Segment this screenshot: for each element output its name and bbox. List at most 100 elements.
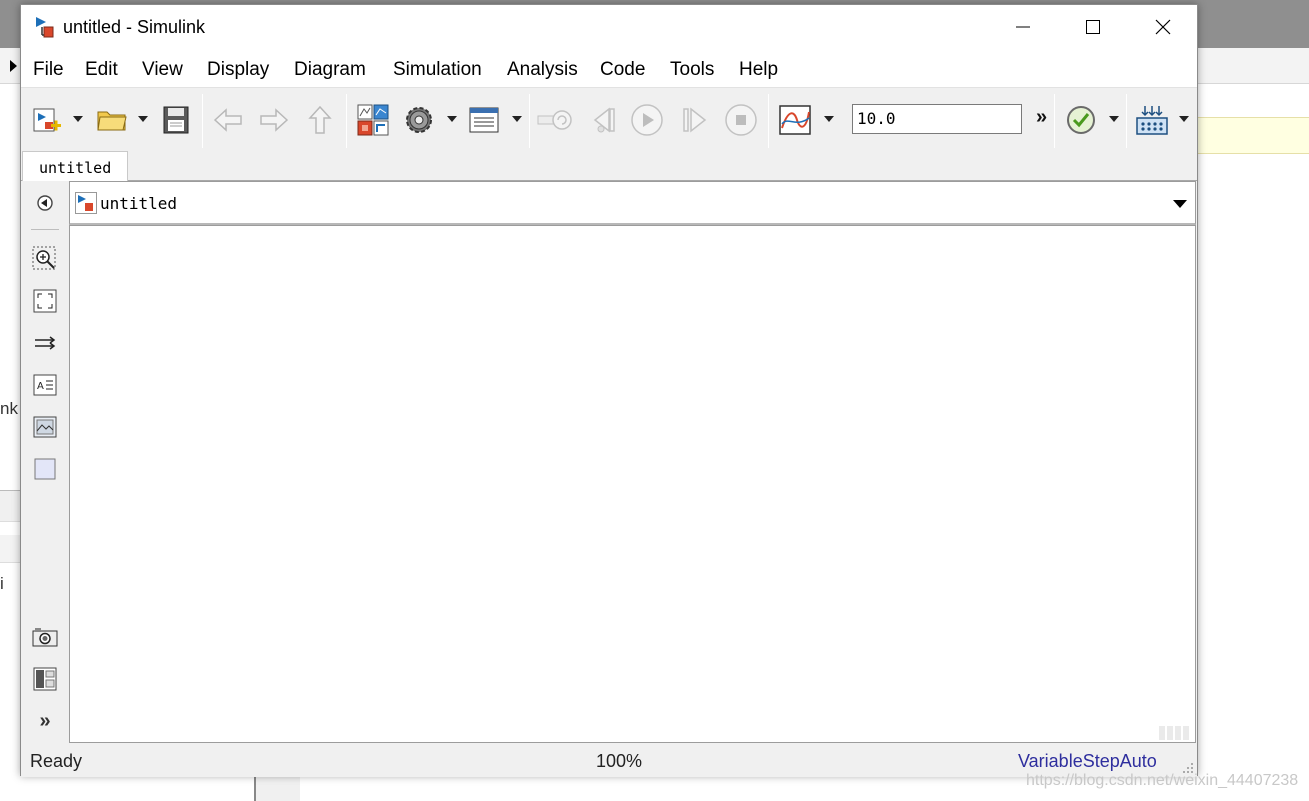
menu-help[interactable]: Help [739, 59, 778, 81]
save-button[interactable] [161, 102, 191, 138]
new-model-button[interactable] [31, 102, 63, 138]
zoom-button[interactable] [31, 245, 59, 273]
new-model-icon [33, 108, 61, 132]
library-browser-button[interactable] [355, 102, 391, 138]
model-explorer-icon [469, 107, 499, 133]
forward-icon [260, 108, 289, 132]
palette-sidebar: A » [21, 181, 69, 741]
address-bar[interactable]: untitled [69, 181, 1196, 225]
menu-analysis[interactable]: Analysis [507, 59, 578, 81]
background-left-glyph: i [0, 574, 4, 593]
menu-code[interactable]: Code [600, 59, 645, 81]
image-button[interactable] [31, 413, 59, 441]
annotation-button[interactable]: A [31, 371, 59, 399]
open-button[interactable] [95, 102, 129, 138]
step-back-config-button[interactable] [535, 102, 575, 138]
chevron-down-icon[interactable] [1173, 200, 1187, 208]
open-dropdown[interactable] [138, 116, 148, 122]
model-configuration-dropdown[interactable] [447, 116, 457, 122]
menu-diagram[interactable]: Diagram [294, 59, 366, 81]
toolbar-separator [1054, 94, 1055, 148]
toolbar-separator [768, 94, 769, 148]
stop-time-input[interactable]: 10.0 [852, 104, 1022, 134]
menu-edit[interactable]: Edit [85, 59, 118, 81]
route-lines-button[interactable] [31, 329, 59, 357]
image-icon [33, 416, 57, 438]
run-icon [631, 104, 663, 136]
title-bar[interactable]: untitled - Simulink [21, 5, 1197, 49]
library-browser-icon [357, 104, 389, 136]
run-button[interactable] [629, 102, 665, 138]
stop-icon [725, 104, 757, 136]
back-button[interactable] [211, 102, 245, 138]
background-row [0, 535, 20, 563]
hide-explorer-icon [37, 195, 53, 211]
minimize-icon [1016, 26, 1030, 28]
area-button[interactable] [31, 455, 59, 483]
model-browser-button[interactable] [31, 665, 59, 693]
model-tab-strip: untitled [21, 151, 1197, 181]
new-model-dropdown[interactable] [73, 116, 83, 122]
back-icon [213, 108, 242, 132]
menu-bar: File Edit View Display Diagram Simulatio… [21, 49, 1197, 87]
model-canvas[interactable] [69, 225, 1196, 743]
background-left-pane [0, 84, 20, 801]
route-lines-icon [35, 336, 56, 350]
forward-button[interactable] [257, 102, 291, 138]
step-back-single-icon [593, 107, 615, 133]
scope-dropdown[interactable] [824, 116, 834, 122]
watermark-text: https://blog.csdn.net/weixin_44407238 [1026, 772, 1299, 789]
maximize-button[interactable] [1058, 5, 1128, 49]
background-row [0, 490, 20, 522]
step-forward-button[interactable] [677, 102, 711, 138]
toolbar-overflow-button[interactable]: » [1036, 106, 1047, 129]
toolbar-separator [529, 94, 530, 148]
area-icon [34, 458, 56, 480]
tab-untitled[interactable]: untitled [22, 151, 128, 181]
canvas-scroll-grip-icon [1159, 726, 1189, 740]
up-button[interactable] [305, 102, 335, 138]
simulink-model-icon [75, 192, 97, 214]
solver-link[interactable]: VariableStepAuto [1018, 751, 1157, 772]
sidebar-separator [31, 229, 59, 230]
stop-button[interactable] [723, 102, 759, 138]
status-text: Ready [30, 751, 83, 771]
step-back-icon [537, 110, 572, 130]
menu-display[interactable]: Display [207, 59, 269, 81]
model-advisor-dropdown[interactable] [1109, 116, 1119, 122]
toolbar-separator [346, 94, 347, 148]
snapshot-button[interactable] [31, 623, 59, 651]
step-back-button[interactable] [587, 102, 621, 138]
open-folder-icon [97, 111, 127, 131]
menu-view[interactable]: View [142, 59, 183, 81]
background-bottom-strip [254, 776, 300, 801]
build-dropdown[interactable] [1179, 116, 1189, 122]
menu-file[interactable]: File [33, 59, 64, 81]
zoom-icon [32, 246, 56, 270]
model-explorer-dropdown[interactable] [512, 116, 522, 122]
fit-to-view-icon [33, 289, 57, 313]
close-button[interactable] [1128, 5, 1198, 49]
menu-simulation[interactable]: Simulation [393, 59, 482, 81]
model-advisor-button[interactable] [1064, 102, 1098, 138]
simulation-data-inspector-button[interactable] [777, 102, 813, 138]
background-left-text: nk [0, 399, 18, 418]
step-forward-icon [683, 107, 707, 133]
status-bar: Ready 100% VariableStepAuto [21, 743, 1197, 777]
model-explorer-button[interactable] [467, 102, 501, 138]
annotation-icon: A [33, 374, 57, 396]
close-icon [1155, 19, 1171, 35]
build-icon [1136, 106, 1168, 135]
simulink-model-icon [36, 17, 54, 38]
model-config-gear-icon [406, 107, 432, 133]
snapshot-camera-icon [32, 628, 58, 647]
minimize-button[interactable] [988, 5, 1058, 49]
more-tools-button[interactable]: » [31, 707, 59, 735]
menu-tools[interactable]: Tools [670, 59, 714, 81]
up-icon [308, 105, 332, 134]
model-configuration-button[interactable] [402, 102, 436, 138]
build-button[interactable] [1134, 102, 1170, 138]
hide-explorer-bar-button[interactable] [31, 189, 59, 217]
fit-to-view-button[interactable] [31, 287, 59, 315]
toolbar-separator [202, 94, 203, 148]
